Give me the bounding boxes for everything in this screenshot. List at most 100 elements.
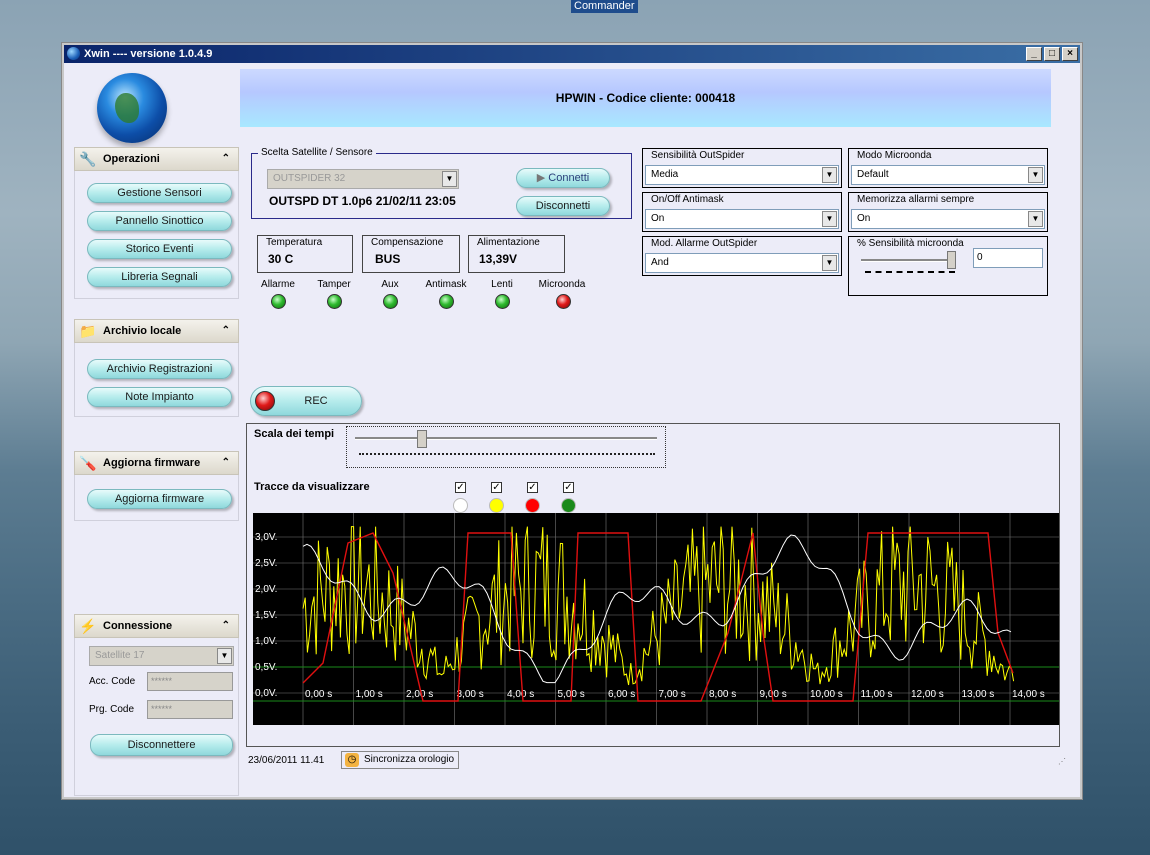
panel-firmware-header[interactable]: 🪛 Aggiorna firmware ⌃	[74, 451, 239, 475]
dropdown-arrow-icon[interactable]: ▼	[1028, 167, 1043, 183]
panel-firmware-title: Aggiorna firmware	[103, 457, 201, 469]
trace-color-swatch	[561, 498, 576, 513]
note-impianto-button[interactable]: Note Impianto	[87, 387, 232, 407]
satellite-select[interactable]: Satellite 17 ▼	[89, 646, 234, 666]
trace-color-swatch	[525, 498, 540, 513]
compensation-value: BUS	[375, 252, 401, 266]
aggiorna-firmware-button[interactable]: Aggiorna firmware	[87, 489, 232, 509]
sync-clock-button[interactable]: ◷ Sincronizza orologio	[341, 751, 460, 769]
trace-checkbox[interactable]: ✓	[563, 482, 574, 493]
time-scale-slider[interactable]	[346, 426, 666, 468]
status-datetime: 23/06/2011 11.41	[248, 755, 325, 766]
prg-code-field[interactable]: ******	[147, 700, 233, 719]
panel-operazioni-header[interactable]: 🔧 Operazioni ⌃	[74, 147, 239, 171]
dropdown-arrow-icon[interactable]: ▼	[442, 171, 457, 187]
x-tick-label: 3,00 s	[457, 689, 484, 700]
dropdown-arrow-icon[interactable]: ▼	[822, 211, 837, 227]
minimize-button[interactable]: _	[1026, 47, 1042, 61]
sens-outspider-box: Sensibilità OutSpider Media ▼	[642, 148, 842, 188]
panel-archivio-body: Archivio Registrazioni Note Impianto	[74, 343, 239, 417]
compensation-label: Compensazione	[371, 237, 444, 248]
led-tamper	[327, 294, 342, 309]
dropdown-arrow-icon[interactable]: ▼	[822, 167, 837, 183]
antimask-label: On/Off Antimask	[651, 194, 724, 205]
screwdriver-icon: 🪛	[79, 455, 97, 471]
connetti-button[interactable]: ▶ Connetti	[516, 168, 610, 188]
perc-microonda-track[interactable]	[861, 259, 956, 262]
sens-outspider-select[interactable]: Media ▼	[645, 165, 839, 185]
led-allarme	[271, 294, 286, 309]
x-tick-label: 1,00 s	[356, 689, 383, 700]
trace-checkbox[interactable]: ✓	[455, 482, 466, 493]
archivio-registrazioni-button[interactable]: Archivio Registrazioni	[87, 359, 232, 379]
modo-microonda-label: Modo Microonda	[857, 150, 932, 161]
dropdown-arrow-icon[interactable]: ▼	[1028, 211, 1043, 227]
disconnetti-button[interactable]: Disconnetti	[516, 196, 610, 216]
gestione-sensori-button[interactable]: Gestione Sensori	[87, 183, 232, 203]
memorizza-select[interactable]: On ▼	[851, 209, 1045, 229]
libreria-segnali-button[interactable]: Libreria Segnali	[87, 267, 232, 287]
panel-archivio-header[interactable]: 📁 Archivio locale ⌃	[74, 319, 239, 343]
sens-outspider-value: Media	[651, 169, 679, 180]
temperature-label: Temperatura	[266, 237, 323, 248]
collapse-chevron-icon[interactable]: ⌃	[222, 320, 230, 342]
y-tick-label: 1,5V.	[255, 610, 277, 621]
panel-operazioni-title: Operazioni	[103, 153, 160, 165]
temperature-value: 30 C	[268, 252, 294, 266]
scala-tempi-label: Scala dei tempi	[254, 428, 335, 440]
dropdown-arrow-icon[interactable]: ▼	[217, 648, 232, 664]
led-microonda-label: Microonda	[538, 279, 586, 290]
desktop-commander-label[interactable]: Commander	[571, 0, 638, 13]
modo-microonda-select[interactable]: Default ▼	[851, 165, 1045, 185]
mod-allarme-select[interactable]: And ▼	[645, 253, 839, 273]
resize-grip-icon[interactable]: ⋰	[1058, 757, 1066, 766]
window-title: Xwin ---- versione 1.0.4.9	[84, 48, 213, 60]
acc-code-field[interactable]: ******	[147, 672, 233, 691]
satellite-group-title: Scelta Satellite / Sensore	[258, 147, 376, 158]
client-area: HPWIN - Codice cliente: 000418 🔧 Operazi…	[64, 63, 1080, 797]
sens-outspider-label: Sensibilità OutSpider	[651, 150, 745, 161]
perc-microonda-box: % Sensibilità microonda 0	[848, 236, 1048, 296]
panel-connessione-header[interactable]: ⚡ Connessione ⌃	[74, 614, 239, 638]
sensor-info: OUTSPD DT 1.0p6 21/02/11 23:05	[269, 194, 456, 208]
trace-checkbox[interactable]: ✓	[491, 482, 502, 493]
x-tick-label: 11,00 s	[861, 689, 893, 700]
sensor-select[interactable]: OUTSPIDER 32 ▼	[267, 169, 459, 189]
perc-microonda-thumb[interactable]	[947, 251, 956, 269]
collapse-chevron-icon[interactable]: ⌃	[222, 615, 230, 637]
mod-allarme-value: And	[651, 257, 669, 268]
header-banner: HPWIN - Codice cliente: 000418	[240, 69, 1051, 127]
trace-checkbox[interactable]: ✓	[527, 482, 538, 493]
panel-connessione-title: Connessione	[103, 620, 173, 632]
rec-button[interactable]: REC	[250, 386, 362, 416]
dropdown-arrow-icon[interactable]: ▼	[822, 255, 837, 271]
led-antimask	[439, 294, 454, 309]
panel-connessione-body: Satellite 17 ▼ Acc. Code ****** Prg. Cod…	[74, 638, 239, 796]
led-antimask-label: Antimask	[425, 279, 467, 290]
collapse-chevron-icon[interactable]: ⌃	[222, 148, 230, 170]
memorizza-value: On	[857, 213, 871, 224]
record-icon	[255, 391, 275, 411]
panel-firmware-body: Aggiorna firmware	[74, 475, 239, 521]
disconnettere-button[interactable]: Disconnettere	[90, 734, 233, 756]
power-value: 13,39V	[479, 252, 518, 266]
storico-eventi-button[interactable]: Storico Eventi	[87, 239, 232, 259]
close-button[interactable]: ×	[1062, 47, 1078, 61]
perc-microonda-label: % Sensibilità microonda	[857, 238, 964, 249]
maximize-button[interactable]: □	[1044, 47, 1060, 61]
panel-archivio-title: Archivio locale	[103, 325, 182, 337]
x-tick-label: 10,00 s	[810, 689, 843, 700]
collapse-chevron-icon[interactable]: ⌃	[222, 452, 230, 474]
time-scale-thumb[interactable]	[417, 430, 427, 448]
x-tick-label: 4,00 s	[507, 689, 534, 700]
memorizza-label: Memorizza allarmi sempre	[857, 194, 975, 205]
perc-microonda-input[interactable]: 0	[973, 248, 1043, 268]
title-bar[interactable]: Xwin ---- versione 1.0.4.9 _ □ ×	[64, 45, 1080, 63]
compensation-box: Compensazione BUS	[362, 235, 460, 273]
time-scale-track[interactable]	[355, 437, 657, 440]
y-tick-label: 2,0V.	[255, 584, 277, 595]
pannello-sinottico-button[interactable]: Pannello Sinottico	[87, 211, 232, 231]
globe-logo-icon	[97, 73, 167, 143]
antimask-select[interactable]: On ▼	[645, 209, 839, 229]
x-tick-label: 8,00 s	[709, 689, 736, 700]
